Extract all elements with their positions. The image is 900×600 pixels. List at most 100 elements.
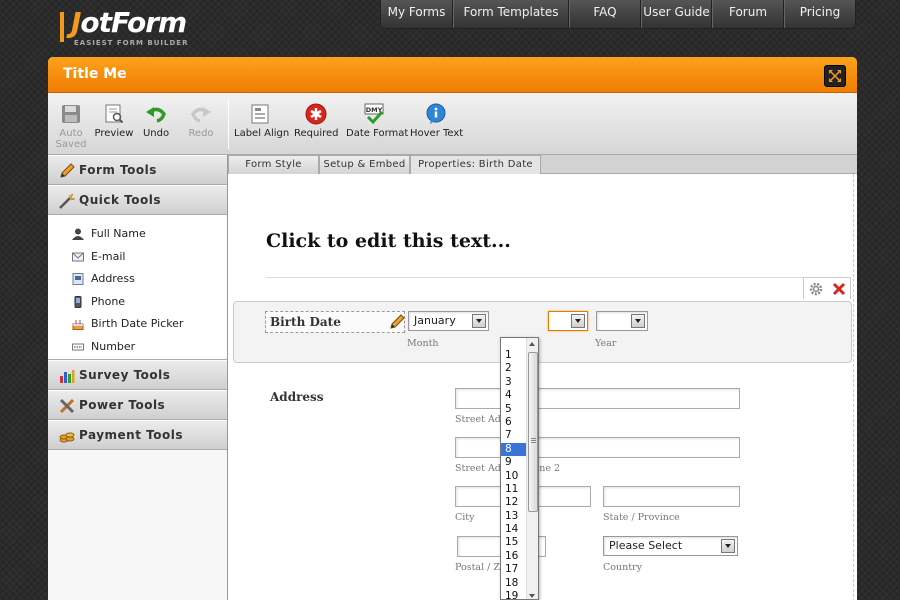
power-tools-label: Power Tools xyxy=(79,398,166,412)
quick-item-full-name[interactable]: Full Name xyxy=(48,223,227,246)
delete-icon[interactable] xyxy=(832,282,846,296)
survey-tools-header[interactable]: Survey Tools xyxy=(48,360,227,390)
nav-my-forms[interactable]: My Forms xyxy=(381,0,453,28)
day-option[interactable]: 19 xyxy=(501,590,527,599)
form-builder-window: Title Me Auto Saved Preview Undo Redo La… xyxy=(48,57,857,600)
form-title-label[interactable]: Title Me xyxy=(63,66,127,82)
person-icon xyxy=(72,228,84,240)
day-select[interactable] xyxy=(548,311,588,331)
address-label: Address xyxy=(270,390,324,404)
form-heading[interactable]: Click to edit this text... xyxy=(266,230,511,252)
redo-button[interactable]: Redo xyxy=(186,103,216,139)
street-address-2-input[interactable] xyxy=(455,437,740,458)
undo-button[interactable]: Undo xyxy=(140,103,172,139)
quick-item-label: Number xyxy=(91,339,136,353)
logo-text: JotForm xyxy=(71,6,187,39)
wand-icon xyxy=(59,193,75,209)
chevron-down-icon xyxy=(472,314,486,328)
info-bubble-icon xyxy=(426,103,446,124)
logo-bar xyxy=(60,12,64,42)
nav-user-guide[interactable]: User Guide xyxy=(641,0,712,28)
quick-item-label: Phone xyxy=(91,294,126,308)
heading-divider xyxy=(266,277,846,278)
day-option[interactable]: 17 xyxy=(501,563,527,576)
quick-item-label: E-mail xyxy=(91,249,126,263)
required-button[interactable]: Required xyxy=(294,103,339,139)
required-asterisk-icon xyxy=(305,103,327,125)
day-option[interactable]: 10 xyxy=(501,470,527,483)
payment-tools-label: Payment Tools xyxy=(79,428,183,442)
year-select[interactable] xyxy=(596,311,648,331)
quick-item-email[interactable]: E-mail xyxy=(48,246,227,269)
day-option[interactable]: 8 xyxy=(501,442,527,457)
label-align-label: Label Align xyxy=(234,128,290,139)
quick-item-phone[interactable]: Phone xyxy=(48,291,227,314)
scroll-up-icon[interactable] xyxy=(529,342,535,346)
day-option[interactable]: 3 xyxy=(501,376,527,389)
quick-item-label: Full Name xyxy=(91,227,146,240)
title-bar: Title Me xyxy=(48,57,857,93)
quick-item-label: Address xyxy=(91,272,135,285)
country-select-value: Please Select xyxy=(609,539,683,552)
day-option[interactable]: 7 xyxy=(501,429,527,442)
nav-pricing[interactable]: Pricing xyxy=(784,0,855,28)
day-option[interactable]: 2 xyxy=(501,362,527,375)
undo-icon xyxy=(146,107,166,123)
payment-tools-header[interactable]: Payment Tools xyxy=(48,420,227,450)
day-option[interactable]: 4 xyxy=(501,389,527,402)
label-align-icon xyxy=(251,104,269,124)
day-option[interactable]: 12 xyxy=(501,496,527,509)
form-canvas: Click to edit this text... Birth Date Ja… xyxy=(228,174,854,600)
address-card-icon xyxy=(72,273,84,285)
day-option[interactable]: 14 xyxy=(501,523,527,536)
day-dropdown-list[interactable]: 1 2 3 4 5 6 7 8 9 10 11 12 13 14 15 16 17 18 19 xyxy=(500,337,539,600)
day-option[interactable]: 15 xyxy=(501,536,527,549)
day-option[interactable]: 5 xyxy=(501,403,527,416)
birth-date-label: Birth Date xyxy=(270,315,341,329)
fullscreen-button[interactable] xyxy=(824,65,846,87)
street-address-input[interactable] xyxy=(455,388,740,409)
gear-icon[interactable] xyxy=(809,282,823,296)
expand-icon xyxy=(829,70,841,82)
day-option[interactable]: 1 xyxy=(501,349,527,362)
state-input[interactable] xyxy=(603,486,740,507)
day-option[interactable]: 16 xyxy=(501,550,527,563)
month-select[interactable]: January xyxy=(408,311,489,331)
country-select[interactable]: Please Select xyxy=(603,536,738,556)
label-align-button[interactable]: Label Align xyxy=(234,103,290,139)
chevron-down-icon xyxy=(631,314,645,328)
quick-tools-header[interactable]: Quick Tools xyxy=(48,185,227,215)
tab-setup-embed[interactable]: Setup & Embed xyxy=(319,155,410,174)
disk-icon xyxy=(62,105,80,123)
tab-form-style[interactable]: Form Style xyxy=(228,155,319,174)
date-format-button[interactable]: DMY Date Format xyxy=(346,103,408,139)
power-tools-header[interactable]: Power Tools xyxy=(48,390,227,420)
tab-properties-birth-date[interactable]: Properties: Birth Date xyxy=(410,155,541,174)
auto-saved-button[interactable]: Auto Saved xyxy=(54,103,88,150)
scroll-down-icon[interactable] xyxy=(529,594,535,598)
day-option[interactable]: 18 xyxy=(501,577,527,590)
auto-saved-label-2: Saved xyxy=(55,139,87,150)
quick-item-address[interactable]: Address xyxy=(48,268,227,291)
nav-forum[interactable]: Forum xyxy=(712,0,784,28)
coins-icon xyxy=(59,432,75,443)
month-sublabel: Month xyxy=(407,338,439,349)
form-tools-header[interactable]: Form Tools xyxy=(48,155,227,185)
nav-form-templates[interactable]: Form Templates xyxy=(453,0,569,28)
dropdown-scrollbar[interactable] xyxy=(526,338,538,599)
envelope-icon xyxy=(72,252,84,261)
edit-pencil-icon[interactable] xyxy=(389,314,405,330)
quick-item-number[interactable]: Number xyxy=(48,336,227,359)
preview-button[interactable]: Preview xyxy=(94,103,134,139)
day-option[interactable]: 13 xyxy=(501,510,527,523)
year-sublabel: Year xyxy=(595,338,617,349)
quick-item-birth-date-picker[interactable]: Birth Date Picker xyxy=(48,313,227,336)
day-option[interactable]: 11 xyxy=(501,483,527,496)
quick-item-label: Birth Date Picker xyxy=(91,317,184,330)
scrollbar-thumb[interactable] xyxy=(528,352,538,512)
auto-saved-label-1: Auto xyxy=(59,128,83,139)
day-option[interactable]: 6 xyxy=(501,416,527,429)
hover-text-button[interactable]: Hover Text xyxy=(410,103,463,139)
nav-faq[interactable]: FAQ xyxy=(569,0,641,28)
day-option[interactable]: 9 xyxy=(501,456,527,469)
